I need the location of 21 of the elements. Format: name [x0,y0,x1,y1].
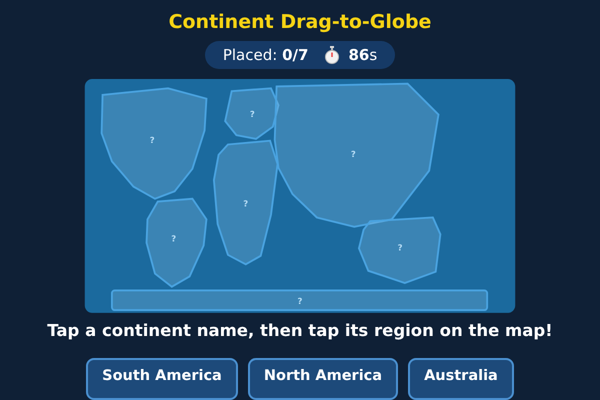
placed-count: Placed: 0/7 [222,46,308,64]
region-label: ? [250,108,255,119]
continent-button[interactable]: South America [86,358,238,400]
region-label: ? [298,296,302,306]
game-title: Continent Drag-to-Globe [168,10,432,34]
map-region[interactable] [111,290,488,312]
map-region[interactable] [100,87,208,200]
instruction-text: Tap a continent name, then tap its region on the map! [47,321,553,340]
continent-button[interactable]: North America [248,358,398,400]
region-label: ? [350,149,356,160]
map-region[interactable] [212,140,278,266]
region-label: ? [243,198,248,209]
timer: 86s [348,46,378,64]
map-region[interactable] [146,198,208,288]
map-region[interactable] [274,82,440,228]
region-label: ? [171,233,176,244]
stopwatch-icon [324,46,340,64]
continent-button[interactable]: Australia [408,358,514,400]
region-label: ? [398,242,403,253]
region-label: ? [150,135,155,146]
map-region[interactable] [358,216,442,284]
